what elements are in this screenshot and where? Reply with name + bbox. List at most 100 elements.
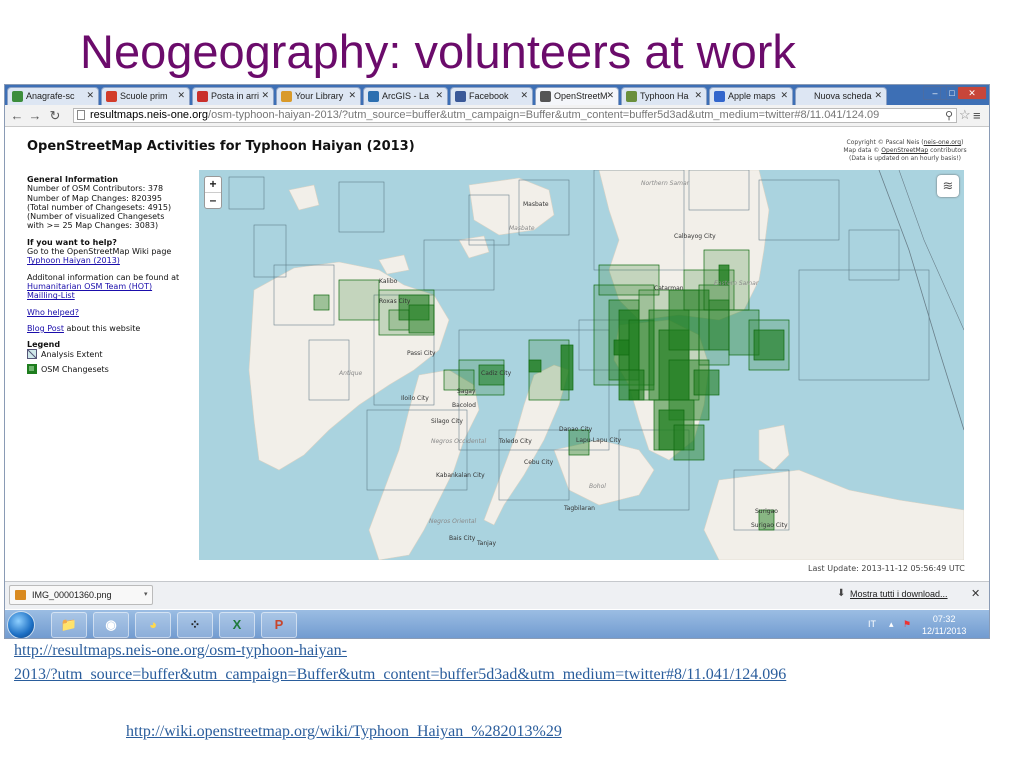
map-label: Tanjay (477, 540, 497, 547)
browser-tab[interactable]: Your Library ✕ (276, 87, 361, 105)
bookmark-star-icon[interactable]: ☆ (959, 107, 971, 123)
map-label: Negros Oriental (429, 518, 477, 525)
browser-tab[interactable]: Scuole prim ✕ (101, 87, 190, 105)
layers-icon[interactable]: ≋ (937, 175, 959, 197)
close-tab-icon[interactable]: ✕ (177, 90, 185, 101)
powerpoint-icon[interactable]: P (261, 612, 297, 638)
wiki-link[interactable]: Typhoon Haiyan (2013) (27, 256, 199, 265)
tab-label: ArcGIS - La (382, 91, 430, 101)
tab-strip: – □ ✕ Anagrafe-sc ✕ Scuole prim ✕ Posta in a… (5, 85, 989, 105)
zoom-magnifier-icon[interactable]: ⚲ (945, 109, 953, 122)
url-input[interactable]: resultmaps.neis-one.org/osm-typhoon-haiy… (73, 108, 957, 123)
forward-icon[interactable]: → (27, 108, 43, 123)
legend-item: Analysis Extent (27, 349, 199, 360)
close-tab-icon[interactable]: ✕ (780, 90, 788, 101)
resultmaps-link-line2[interactable]: 2013/?utm_source=buffer&utm_campaign=Buf… (14, 666, 786, 684)
map-label: Kabankalan City (436, 472, 485, 479)
close-tab-icon[interactable]: ✕ (261, 90, 269, 101)
blackberry-icon[interactable]: ⁘ (177, 612, 213, 638)
close-tab-icon[interactable]: ✕ (520, 90, 528, 101)
general-line: Number of OSM Contributors: 378 (27, 184, 164, 194)
browser-screenshot: – □ ✕ Anagrafe-sc ✕ Scuole prim ✕ Posta in a… (4, 84, 990, 639)
map-label: Bacolod (452, 402, 476, 409)
map-label: Roxas City (379, 298, 411, 305)
reload-icon[interactable]: ↻ (47, 108, 63, 124)
grid-line (878, 170, 964, 431)
map-label: Toledo City (499, 438, 532, 445)
clock-date: 12/11/2013 (922, 626, 967, 636)
legend-heading: Legend (27, 340, 61, 350)
mailing-list-link[interactable]: Mailling-List (27, 291, 199, 300)
map-label: Calbayog City (674, 233, 716, 240)
neis-one-link[interactable]: neis-one.org (924, 139, 961, 146)
download-menu-icon[interactable]: ▾ (144, 586, 154, 604)
browser-tab[interactable]: Facebook ✕ (450, 87, 533, 105)
map-label: Danao City (559, 426, 593, 433)
map-pin-icon (106, 91, 117, 102)
help-heading: If you want to help? (27, 237, 117, 247)
close-window-button[interactable]: ✕ (957, 86, 987, 100)
tab-label: Scuole prim (120, 91, 168, 101)
close-tab-icon[interactable]: ✕ (435, 90, 443, 101)
browser-tab[interactable]: OpenStreetM ✕ (535, 87, 619, 105)
browser-tab[interactable]: Typhoon Ha ✕ (621, 87, 707, 105)
help-text: Go to the OpenStreetMap Wiki page (27, 247, 172, 257)
explorer-icon[interactable]: 📁 (51, 612, 87, 638)
browser-tab[interactable]: Anagrafe-sc ✕ (7, 87, 99, 105)
chrome-icon[interactable]: ◉ (93, 612, 129, 638)
clock[interactable]: 07:32 12/11/2013 (922, 613, 966, 637)
facebook-icon (455, 91, 466, 102)
browser-tab[interactable]: ArcGIS - La ✕ (363, 87, 448, 105)
close-tab-icon[interactable]: ✕ (348, 90, 356, 101)
wiki-osm-link[interactable]: http://wiki.openstreetmap.org/wiki/Typho… (126, 723, 562, 741)
map-label: Masbate (523, 201, 549, 208)
info-sidebar: General Information Number of OSM Contri… (27, 175, 199, 374)
globe-icon (368, 91, 379, 102)
additional-text: Additonal information can be found at (27, 272, 180, 282)
browser-tab[interactable]: Nuova scheda ✕ (795, 87, 887, 105)
clock-time: 07:32 (932, 614, 956, 624)
browser-tab[interactable]: Posta in arri ✕ (192, 87, 274, 105)
chart-icon (12, 91, 23, 102)
browser-tab[interactable]: Apple maps ✕ (709, 87, 793, 105)
tray-arrow-icon[interactable]: ▴ (889, 619, 894, 630)
who-helped-link[interactable]: Who helped? (27, 308, 199, 317)
map-label: Sagay (457, 388, 476, 395)
close-download-bar-button[interactable]: ✕ (971, 587, 980, 600)
download-item[interactable]: IMG_00001360.png ▾ (9, 585, 153, 605)
library-icon (281, 91, 292, 102)
close-tab-icon[interactable]: ✕ (86, 90, 94, 101)
address-bar: ← → ↻ resultmaps.neis-one.org/osm-typhoo… (5, 105, 989, 127)
hot-link[interactable]: Humanitarian OSM Team (HOT) (27, 282, 199, 291)
show-all-downloads-link[interactable]: Mostra tutti i download... (850, 589, 948, 599)
copyright-notice: Copyright © Pascal Neis (neis-one.org) M… (843, 139, 967, 162)
download-bar: IMG_00001360.png ▾ ⬇ Mostra tutti i down… (5, 581, 989, 609)
zoom-out-button[interactable]: – (205, 193, 221, 208)
slide-title: Neogeography: volunteers at work (80, 25, 796, 78)
start-button[interactable] (7, 611, 35, 638)
download-filename: IMG_00001360.png (32, 590, 112, 600)
pencil-icon (626, 91, 637, 102)
map-label: Masbate (509, 225, 535, 232)
close-tab-icon[interactable]: ✕ (694, 90, 702, 101)
map-label: Cadiz City (481, 370, 512, 377)
openstreetmap-link[interactable]: OpenStreetMap (881, 147, 928, 154)
general-line: Number of Map Changes: 820395 (27, 193, 162, 203)
map-label: Lapu-Lapu City (576, 437, 622, 444)
back-icon[interactable]: ← (9, 108, 25, 123)
language-indicator[interactable]: IT (868, 619, 876, 629)
zoom-in-button[interactable]: + (205, 177, 221, 193)
close-tab-icon[interactable]: ✕ (874, 90, 882, 101)
map-label: Bohol (589, 483, 606, 490)
map-view[interactable]: Northern Samar Calbayog City Masbate Masbat… (199, 170, 964, 560)
media-player-icon[interactable]: ◕ (135, 612, 171, 638)
menu-icon[interactable]: ≡ (973, 108, 981, 123)
resultmaps-link-line1[interactable]: http://resultmaps.neis-one.org/osm-typho… (14, 642, 347, 660)
network-icon[interactable]: ⚑ (903, 619, 911, 630)
blog-post-link[interactable]: Blog Post (27, 324, 64, 333)
url-host: resultmaps.neis-one.org (90, 109, 209, 121)
map-canvas (228, 170, 964, 560)
map-label: Passi City (407, 350, 436, 357)
excel-icon[interactable]: X (219, 612, 255, 638)
close-tab-icon[interactable]: ✕ (606, 90, 614, 101)
